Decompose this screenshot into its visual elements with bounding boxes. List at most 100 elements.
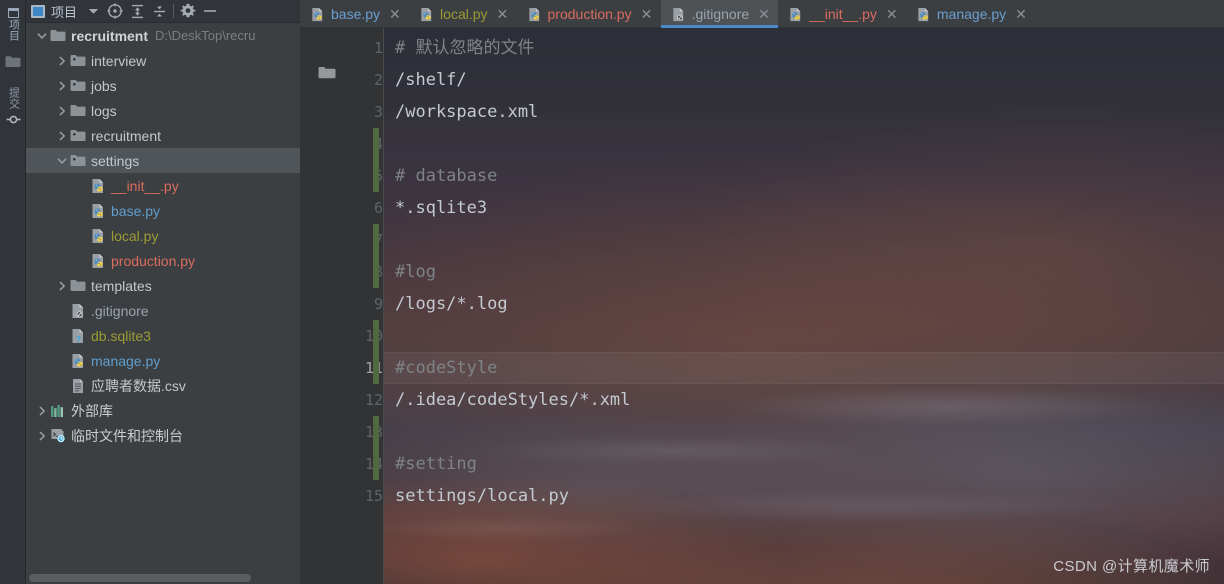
unknown-file-icon: ? (72, 328, 83, 344)
tree-node-jobs[interactable]: jobs (26, 73, 300, 98)
tree-node-临时文件和控制台[interactable]: 临时文件和控制台 (26, 423, 300, 448)
left-tool-strip: 项目 提交 (0, 0, 26, 584)
vcs-change-marker[interactable] (373, 160, 379, 192)
line-number: 9 (373, 295, 383, 313)
tool-window-button-commit[interactable]: 提交 (0, 82, 26, 132)
tree-node-logs[interactable]: logs (26, 98, 300, 123)
locate-file-button[interactable] (104, 0, 126, 22)
code-line: /.idea/codeStyles/*.xml (395, 390, 631, 410)
tree-node-local-py[interactable]: local.py (26, 223, 300, 248)
module-folder-icon (70, 80, 86, 91)
minimize-icon (204, 10, 217, 12)
tool-window-label-project: 项目 (7, 18, 20, 41)
project-tree-hscrollbar-thumb[interactable] (29, 574, 251, 582)
vcs-change-marker[interactable] (373, 256, 379, 288)
tree-node-label: local.py (111, 227, 159, 244)
close-icon[interactable]: ✕ (389, 7, 401, 21)
tool-window-button-project[interactable]: 项目 (0, 2, 26, 46)
editor-tab-label: production.py (547, 6, 632, 22)
tree-node-toggle-arrow[interactable] (55, 148, 69, 173)
tree-node-templates[interactable]: templates (26, 273, 300, 298)
tree-node-base-py[interactable]: base.py (26, 198, 300, 223)
editor-canvas[interactable]: 123456789101112131415 # 默认忽略的文件/shelf//w… (300, 28, 1224, 584)
tree-node-label: __init__.py (111, 177, 179, 194)
tree-node-no-arrow (75, 223, 89, 248)
tree-node-toggle-arrow[interactable] (35, 398, 49, 423)
tree-node-label: manage.py (91, 352, 161, 369)
project-file-tree[interactable]: recruitment D:\DeskTop\recru interview jo… (26, 23, 300, 570)
gutter-folding-folder-icon[interactable] (318, 66, 336, 79)
expand-all-button[interactable] (126, 0, 148, 22)
editor-tab-manage-py[interactable]: manage.py ✕ (906, 0, 1035, 28)
tree-node-__init__-py[interactable]: __init__.py (26, 173, 300, 198)
csv-file-icon (69, 373, 87, 398)
tree-node-recruitment[interactable]: recruitment (26, 123, 300, 148)
vcs-change-marker[interactable] (373, 416, 379, 448)
scratches-consoles-icon (51, 429, 65, 443)
tree-node-settings[interactable]: settings (26, 148, 300, 173)
project-settings-button[interactable] (177, 0, 199, 22)
vcs-change-marker[interactable] (373, 224, 379, 256)
tree-node-production-py[interactable]: production.py (26, 248, 300, 273)
editor-tab-label: local.py (440, 6, 488, 22)
python-file-icon (89, 248, 107, 273)
tree-node-recruitment[interactable]: recruitment D:\DeskTop\recru (26, 23, 300, 48)
vcs-change-marker[interactable] (373, 352, 379, 384)
close-icon[interactable]: ✕ (1015, 7, 1027, 21)
module-folder-icon (70, 130, 86, 141)
tree-node-toggle-arrow[interactable] (35, 23, 49, 48)
editor-gutter[interactable]: 123456789101112131415 (300, 28, 383, 584)
tree-node-toggle-arrow[interactable] (55, 73, 69, 98)
tree-node-外部库[interactable]: 外部库 (26, 398, 300, 423)
module-folder-icon (70, 55, 86, 66)
close-icon[interactable]: ✕ (886, 7, 898, 21)
collapse-all-button[interactable] (148, 0, 170, 22)
python-file-icon (89, 198, 107, 223)
tree-node-toggle-arrow[interactable] (35, 423, 49, 448)
tree-node-toggle-arrow[interactable] (55, 123, 69, 148)
close-icon[interactable]: ✕ (641, 7, 653, 21)
line-number: 1 (373, 39, 383, 57)
module-folder-icon (69, 73, 87, 98)
hide-tool-window-button[interactable] (199, 0, 221, 22)
python-file-icon (312, 7, 323, 21)
tree-node-toggle-arrow[interactable] (55, 98, 69, 123)
tree-node-label: recruitment (91, 127, 162, 144)
editor-tab-production-py[interactable]: production.py ✕ (517, 0, 661, 28)
chevron-down-icon (37, 32, 47, 39)
project-tree-hscrollbar[interactable] (26, 570, 300, 584)
project-view-dropdown-button[interactable] (82, 0, 104, 22)
python-file-icon (310, 7, 325, 22)
tree-node-no-arrow (55, 373, 69, 398)
vcs-change-marker[interactable] (373, 320, 379, 352)
python-file-icon (527, 7, 542, 22)
vcs-change-marker[interactable] (373, 128, 379, 160)
folder-icon (70, 280, 86, 291)
tool-window-button-folder[interactable] (0, 48, 26, 74)
scratches-consoles-icon (49, 423, 67, 448)
tree-node--gitignore[interactable]: .gitignore (26, 298, 300, 323)
tree-node-interview[interactable]: interview (26, 48, 300, 73)
editor-tab-local-py[interactable]: local.py ✕ (409, 0, 516, 28)
tree-node-toggle-arrow[interactable] (55, 48, 69, 73)
tree-node-db-sqlite3[interactable]: ? db.sqlite3 (26, 323, 300, 348)
tree-node-toggle-arrow[interactable] (55, 273, 69, 298)
chevron-right-icon (59, 131, 65, 140)
svg-text:?: ? (76, 335, 81, 344)
editor-tab-bar: base.py ✕ local.py ✕ production.py ✕ .gitig… (300, 0, 1224, 28)
vcs-change-marker[interactable] (373, 448, 379, 480)
tree-node-应聘者数据-csv[interactable]: 应聘者数据.csv (26, 373, 300, 398)
toolbar-separator (173, 4, 175, 18)
editor-tab-gitignore[interactable]: .gitignore ✕ (660, 0, 779, 28)
gitignore-file-icon (672, 7, 683, 21)
python-file-icon (72, 353, 83, 368)
close-icon[interactable]: ✕ (758, 7, 770, 21)
gutter-separator (383, 28, 384, 584)
editor-tab-__init__-py[interactable]: __init__.py ✕ (778, 0, 906, 28)
editor-tab-base-py[interactable]: base.py ✕ (300, 0, 409, 28)
close-icon[interactable]: ✕ (497, 7, 509, 21)
chevron-right-icon (59, 81, 65, 90)
editor-tab-label: manage.py (936, 6, 1007, 22)
python-file-icon (92, 203, 103, 218)
tree-node-manage-py[interactable]: manage.py (26, 348, 300, 373)
